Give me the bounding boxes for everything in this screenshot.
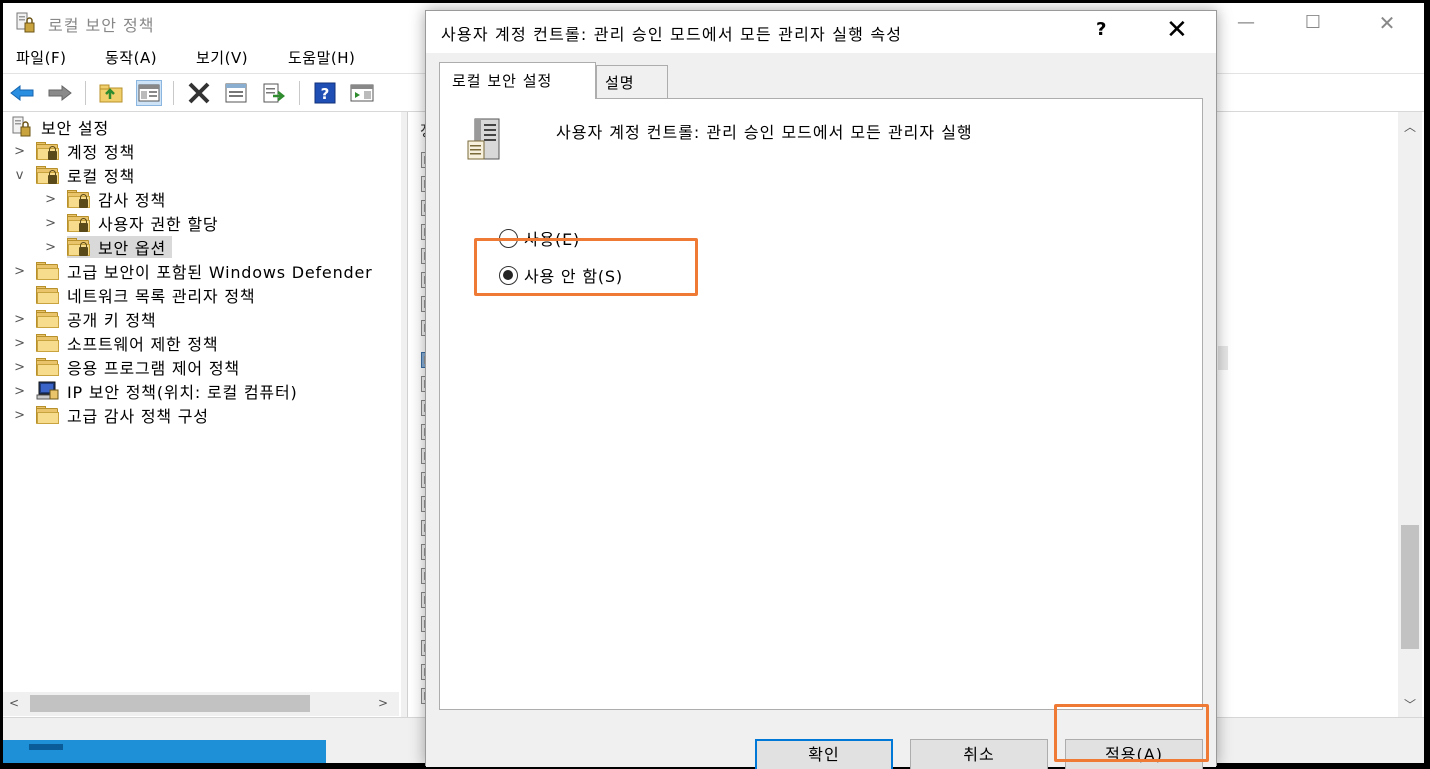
delete-icon[interactable] <box>186 80 212 106</box>
list-vertical-scrollbar[interactable]: ︿ ﹀ <box>1398 112 1422 717</box>
locked-folder-icon <box>36 165 60 185</box>
scroll-right-arrow-icon[interactable]: > <box>378 696 388 710</box>
export-list-icon[interactable] <box>261 80 287 106</box>
tree-item-advanced-audit-policy[interactable]: > 고급 감사 정책 구성 <box>13 404 209 426</box>
scroll-left-arrow-icon[interactable]: < <box>9 696 19 710</box>
locked-folder-icon <box>36 141 60 161</box>
chevron-right-icon[interactable]: > <box>44 216 58 231</box>
svg-text:?: ? <box>321 85 330 103</box>
locked-folder-icon <box>67 237 91 257</box>
policy-name-heading: 사용자 계정 컨트롤: 관리 승인 모드에서 모든 관리자 실행 <box>556 123 973 142</box>
toolbar-separator <box>173 81 174 105</box>
menu-action[interactable]: 동작(A) <box>105 47 157 68</box>
tree-item-user-rights-assignment[interactable]: > 사용자 권한 할당 <box>44 212 218 234</box>
chevron-right-icon[interactable]: > <box>44 192 58 207</box>
chevron-right-icon[interactable]: > <box>13 336 27 351</box>
scrollbar-thumb[interactable] <box>30 695 310 712</box>
folder-icon <box>36 333 60 353</box>
folder-icon <box>36 309 60 329</box>
properties-icon[interactable] <box>223 80 249 106</box>
folder-icon <box>36 357 60 377</box>
tree-item-local-policies[interactable]: v 로컬 정책 <box>13 164 135 186</box>
highlight-box-apply-button <box>1054 704 1209 762</box>
tab-local-security-setting[interactable]: 로컬 보안 설정 <box>439 62 596 99</box>
forward-arrow-icon[interactable] <box>47 80 73 106</box>
dialog-close-button[interactable]: ✕ <box>1166 15 1188 45</box>
chevron-right-icon[interactable]: > <box>13 144 27 159</box>
scroll-down-arrow-icon[interactable]: ﹀ <box>1404 696 1416 713</box>
selected-highlight: 보안 옵션 <box>67 236 172 258</box>
policy-properties-dialog: 사용자 계정 컨트롤: 관리 승인 모드에서 모든 관리자 실행 속성 ? ✕ … <box>425 10 1217 769</box>
maximize-button[interactable]: ☐ <box>1290 11 1336 35</box>
menu-file[interactable]: 파일(F) <box>16 47 66 68</box>
close-button[interactable]: ✕ <box>1364 11 1410 35</box>
folder-icon <box>36 261 60 281</box>
tree-item-label: 응용 프로그램 제어 정책 <box>67 359 240 378</box>
tree-item-label: 계정 정책 <box>67 143 135 162</box>
tree-item-label: 고급 보안이 포함된 Windows Defender <box>67 263 373 282</box>
tree-item-label: 공개 키 정책 <box>67 311 157 330</box>
tree-item-label: 감사 정책 <box>98 191 166 210</box>
chevron-right-icon[interactable]: > <box>13 360 27 375</box>
scrollbar-thumb[interactable] <box>1401 525 1419 649</box>
tree-item-label: 보안 옵션 <box>98 239 166 258</box>
taskbar-fragment <box>3 740 326 763</box>
tree-horizontal-scrollbar[interactable]: < > <box>3 692 399 716</box>
toolbar-separator <box>299 81 300 105</box>
up-folder-icon[interactable] <box>98 80 124 106</box>
security-policy-icon <box>12 116 31 137</box>
tree-item-security-settings[interactable]: 보안 설정 <box>11 116 109 138</box>
tree-item-account-policies[interactable]: > 계정 정책 <box>13 140 135 162</box>
locked-folder-icon <box>67 213 91 233</box>
tab-explain[interactable]: 설명 <box>596 65 668 99</box>
tree-item-label: 소프트웨어 제한 정책 <box>67 335 219 354</box>
chevron-right-icon[interactable]: > <box>13 264 27 279</box>
chevron-down-icon[interactable]: v <box>13 168 27 183</box>
tree-item-label: 사용자 권한 할당 <box>98 215 219 234</box>
chevron-right-icon[interactable]: > <box>44 240 58 255</box>
chevron-right-icon[interactable]: > <box>13 408 27 423</box>
cancel-button[interactable]: 취소 <box>910 739 1048 769</box>
tree-item-label: 로컬 정책 <box>67 167 135 186</box>
tree-item-label: 보안 설정 <box>41 119 109 138</box>
tree-item-application-control[interactable]: > 응용 프로그램 제어 정책 <box>13 356 240 378</box>
server-policy-icon <box>467 118 500 160</box>
tree-item-software-restriction[interactable]: > 소프트웨어 제한 정책 <box>13 332 218 354</box>
ip-security-computer-icon <box>36 381 59 400</box>
show-hide-tree-icon[interactable] <box>136 80 162 106</box>
tab-panel: 사용자 계정 컨트롤: 관리 승인 모드에서 모든 관리자 실행 사용(E) 사… <box>439 98 1203 710</box>
tree-item-label: 네트워크 목록 관리자 정책 <box>67 287 256 306</box>
tree-item-security-options[interactable]: > 보안 옵션 <box>44 236 172 258</box>
dialog-body: 로컬 보안 설정 설명 사용자 계정 컨트롤: 관리 승인 모드에서 모든 관리… <box>426 53 1216 769</box>
locked-folder-icon <box>67 189 91 209</box>
tree-item-public-key-policies[interactable]: > 공개 키 정책 <box>13 308 156 330</box>
dialog-titlebar[interactable]: 사용자 계정 컨트롤: 관리 승인 모드에서 모든 관리자 실행 속성 ? ✕ <box>426 11 1216 53</box>
tree-item-audit-policy[interactable]: > 감사 정책 <box>44 188 166 210</box>
dialog-title: 사용자 계정 컨트롤: 관리 승인 모드에서 모든 관리자 실행 속성 <box>441 25 903 44</box>
ok-button[interactable]: 확인 <box>755 739 893 769</box>
console-tree: 보안 설정 > 계정 정책 v 로컬 정책 > 감사 정책 > 사용자 권한 할… <box>3 112 399 717</box>
tree-item-label: 고급 감사 정책 구성 <box>67 407 209 426</box>
tree-item-network-list-manager[interactable]: 네트워크 목록 관리자 정책 <box>13 284 255 306</box>
help-button[interactable]: ? <box>1096 19 1106 40</box>
tree-item-ip-security-policies[interactable]: > IP 보안 정책(위치: 로컬 컴퓨터) <box>13 380 298 402</box>
tree-item-label: IP 보안 정책(위치: 로컬 컴퓨터) <box>67 383 298 402</box>
chevron-right-icon[interactable]: > <box>13 384 27 399</box>
selected-row-fragment <box>1218 346 1228 370</box>
help-icon[interactable]: ? <box>312 80 338 106</box>
menu-help[interactable]: 도움말(H) <box>288 47 355 68</box>
tree-item-windows-defender-firewall[interactable]: > 고급 보안이 포함된 Windows Defender <box>13 260 373 282</box>
folder-icon <box>36 405 60 425</box>
folder-icon <box>36 285 60 305</box>
show-hide-action-pane-icon[interactable] <box>349 80 375 106</box>
highlight-box-disabled-option <box>474 238 698 296</box>
menu-view[interactable]: 보기(V) <box>196 47 248 68</box>
window-title: 로컬 보안 정책 <box>48 16 155 35</box>
security-policy-app-icon <box>16 12 35 33</box>
scroll-up-arrow-icon[interactable]: ︿ <box>1404 118 1416 135</box>
toolbar-separator <box>85 81 86 105</box>
back-arrow-icon[interactable] <box>9 80 35 106</box>
minimize-button[interactable]: — <box>1223 11 1269 35</box>
chevron-right-icon[interactable]: > <box>13 312 27 327</box>
